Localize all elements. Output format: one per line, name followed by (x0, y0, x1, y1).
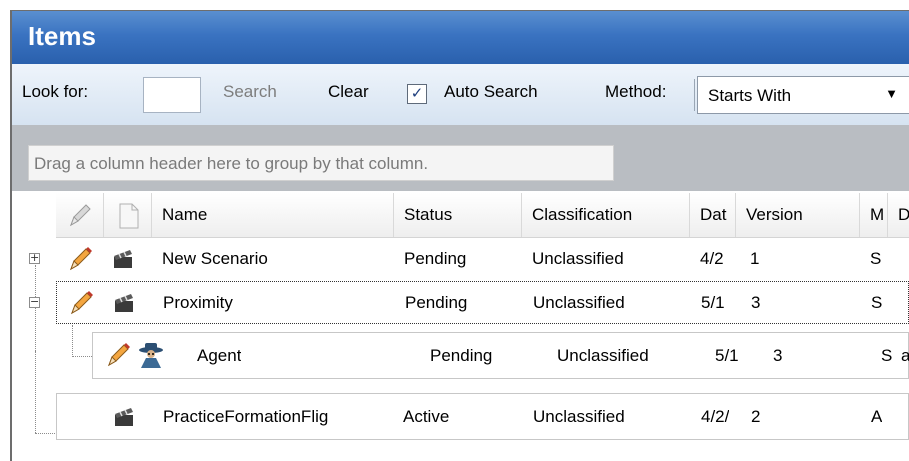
group-by-panel: Drag a column header here to group by th… (12, 125, 909, 191)
cell-status: Pending (430, 346, 493, 365)
cell-d: a (901, 333, 909, 378)
expand-toggle[interactable]: + (29, 252, 40, 264)
dropdown-arrow-icon[interactable]: ▼ (885, 86, 898, 101)
title-bar: Items (12, 11, 909, 64)
document-icon (119, 203, 139, 229)
items-window: Items Look for: Search Clear ✓ Auto Sear… (10, 10, 909, 461)
clapperboard-icon (114, 250, 132, 268)
column-header-status[interactable]: Status (394, 193, 522, 237)
pencil-icon[interactable] (65, 244, 95, 274)
method-label: Method: (605, 82, 667, 101)
toolbar-separator (694, 79, 695, 111)
column-header-name[interactable]: Name (152, 193, 394, 237)
cell-name: New Scenario (162, 249, 268, 268)
look-for-label: Look for: (22, 82, 89, 101)
cell-m: S (870, 249, 882, 268)
pencil-icon[interactable] (66, 288, 96, 318)
cell-name: Proximity (163, 293, 233, 312)
cell-classification: Unclassified (533, 293, 625, 312)
table-row-child[interactable]: Agent Pending Unclassified 5/1 3 S a (92, 332, 909, 379)
tree-line (35, 433, 55, 434)
cell-date: 4/2/ (701, 407, 730, 426)
clear-button[interactable]: Clear (328, 82, 369, 102)
agent-icon (139, 343, 163, 368)
auto-search-checkbox[interactable]: ✓ (407, 84, 427, 104)
clapperboard-icon (115, 294, 133, 312)
pencil-icon (70, 204, 91, 227)
table-row[interactable]: PracticeFormationFlig Active Unclassifie… (56, 393, 909, 440)
collapse-toggle[interactable]: − (29, 296, 40, 308)
cell-status: Pending (405, 293, 468, 312)
table-row-selected[interactable]: Proximity Pending Unclassified 5/1 3 S (56, 281, 909, 324)
header-document-column[interactable] (104, 193, 152, 237)
cell-version: 3 (751, 293, 761, 312)
column-header-d[interactable]: D (888, 193, 909, 237)
cell-m: S (881, 346, 893, 365)
cell-date: 4/2 (700, 249, 724, 268)
cell-version: 1 (750, 249, 760, 268)
group-by-drop-zone[interactable]: Drag a column header here to group by th… (28, 145, 614, 181)
cell-version: 3 (773, 346, 783, 365)
column-header-m[interactable]: M (860, 193, 888, 237)
tree-line (72, 356, 92, 357)
cell-name: Agent (197, 346, 242, 365)
clapperboard-icon (115, 408, 133, 426)
window-title: Items (28, 21, 96, 51)
search-toolbar: Look for: Search Clear ✓ Auto Search Met… (12, 64, 909, 126)
search-input[interactable] (143, 77, 201, 113)
items-grid: Drag a column header here to group by th… (12, 125, 909, 461)
tree-line (35, 265, 36, 353)
method-value: Starts With (708, 86, 792, 105)
cell-m: A (871, 407, 883, 426)
cell-status: Active (403, 407, 450, 426)
table-row[interactable]: New Scenario Pending Unclassified 4/2 1 … (56, 238, 909, 279)
tree-line (72, 325, 73, 357)
method-dropdown[interactable]: Starts With ▼ (697, 76, 909, 114)
header-edit-column[interactable] (56, 193, 104, 237)
cell-m: S (871, 293, 883, 312)
tree-line (35, 351, 36, 433)
search-button[interactable]: Search (223, 82, 277, 102)
grid-header: Name Status Classification Dat Version M… (56, 193, 909, 238)
auto-search-label[interactable]: Auto Search (444, 82, 538, 102)
cell-name: PracticeFormationFlig (163, 407, 329, 426)
cell-classification: Unclassified (557, 346, 649, 365)
column-header-version[interactable]: Version (736, 193, 860, 237)
cell-date: 5/1 (715, 346, 739, 365)
cell-version: 2 (751, 407, 761, 426)
cell-classification: Unclassified (533, 407, 625, 426)
cell-classification: Unclassified (532, 249, 624, 268)
column-header-classification[interactable]: Classification (522, 193, 690, 237)
cell-date: 5/1 (701, 293, 725, 312)
cell-status: Pending (404, 249, 467, 268)
column-header-date[interactable]: Dat (690, 193, 736, 237)
group-by-hint: Drag a column header here to group by th… (34, 154, 429, 173)
pencil-icon[interactable] (103, 340, 133, 370)
